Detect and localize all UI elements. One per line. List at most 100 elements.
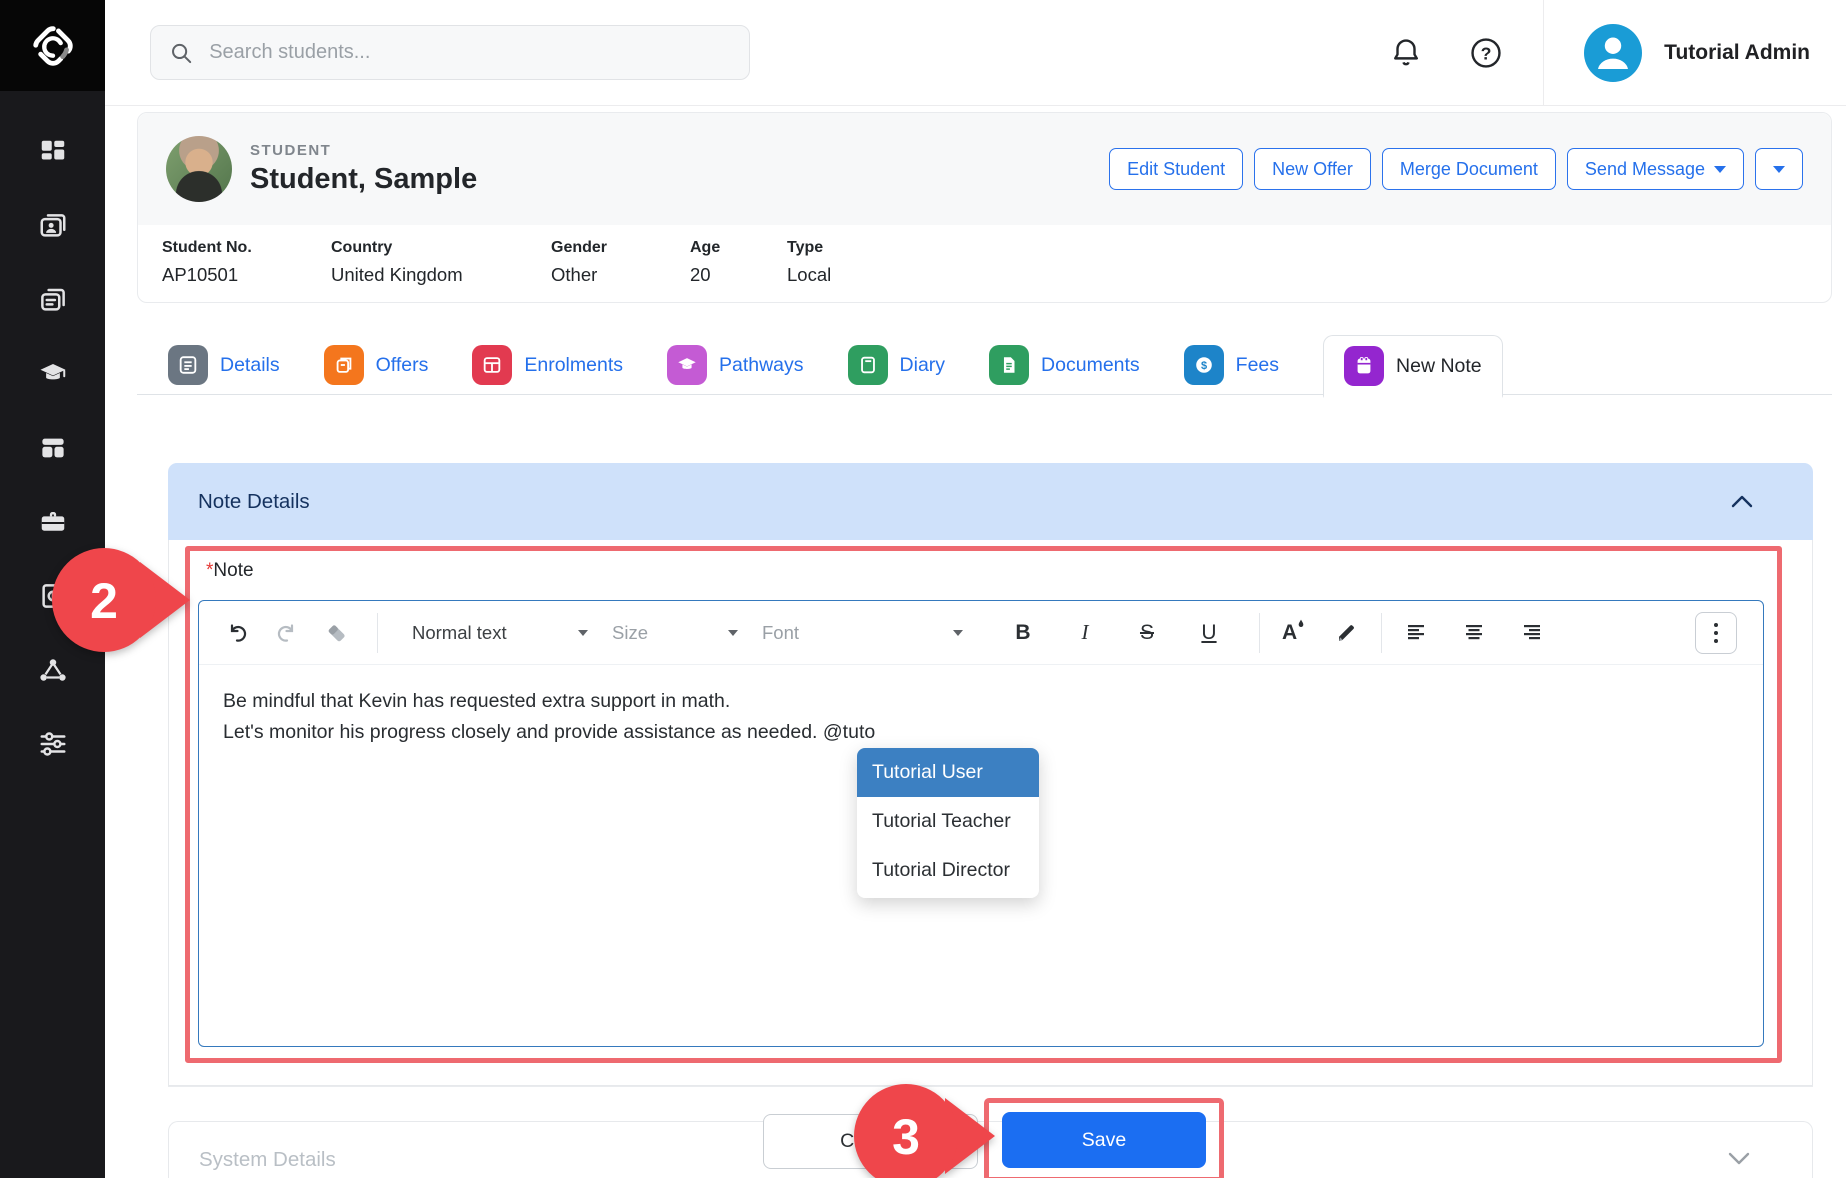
field-value: United Kingdom xyxy=(331,264,551,286)
logo-icon xyxy=(24,17,82,75)
more-tools-button[interactable] xyxy=(1695,612,1737,654)
pathways-tab-icon xyxy=(667,345,707,385)
field-value: AP10501 xyxy=(162,264,331,286)
note-details-title: Note Details xyxy=(198,490,310,514)
student-eyebrow: STUDENT xyxy=(250,142,477,159)
note-details-header[interactable]: Note Details xyxy=(168,463,1813,540)
eraser-icon[interactable] xyxy=(325,621,349,645)
redo-icon[interactable] xyxy=(275,621,299,645)
enrolments-icon[interactable] xyxy=(38,433,68,463)
courses-icon[interactable] xyxy=(38,359,68,389)
tab-bar: Details Offers Enrolments Pathways xyxy=(168,334,1503,396)
student-name: Student, Sample xyxy=(250,163,477,196)
fees-tab-icon: $ xyxy=(1184,345,1224,385)
app-logo xyxy=(0,0,105,91)
align-left-icon[interactable] xyxy=(1404,621,1428,645)
search-box[interactable] xyxy=(150,25,750,80)
tab-offers[interactable]: Offers xyxy=(324,345,429,385)
student-photo xyxy=(166,136,232,202)
settings-icon[interactable] xyxy=(38,729,68,759)
new-offer-button[interactable]: New Offer xyxy=(1254,148,1371,190)
tab-documents[interactable]: Documents xyxy=(989,345,1140,385)
field-label: Student No. xyxy=(162,239,331,257)
field-label: Gender xyxy=(551,239,690,257)
font-family-dropdown[interactable]: Font xyxy=(750,611,975,655)
search-input[interactable] xyxy=(207,40,731,65)
topbar-right: ? Tutorial Admin xyxy=(1389,0,1846,106)
underline-button[interactable]: U xyxy=(1197,621,1221,645)
agents-icon[interactable] xyxy=(38,655,68,685)
careers-icon[interactable] xyxy=(38,507,68,537)
field-label: Age xyxy=(690,239,787,257)
mention-option-tutorial-director[interactable]: Tutorial Director xyxy=(857,846,1039,895)
user-name[interactable]: Tutorial Admin xyxy=(1664,41,1810,65)
mention-option-tutorial-teacher[interactable]: Tutorial Teacher xyxy=(857,797,1039,846)
cancel-button[interactable]: Cancel xyxy=(763,1114,978,1169)
merge-document-button[interactable]: Merge Document xyxy=(1382,148,1556,190)
save-button[interactable]: Save xyxy=(1002,1112,1206,1168)
help-icon[interactable]: ? xyxy=(1469,36,1503,70)
field-value: 20 xyxy=(690,264,787,286)
align-center-icon[interactable] xyxy=(1462,621,1486,645)
tab-diary[interactable]: Diary xyxy=(848,345,946,385)
search-icon xyxy=(169,40,193,66)
field-value: Local xyxy=(787,264,927,286)
italic-button[interactable]: I xyxy=(1073,620,1097,645)
font-size-dropdown[interactable]: Size xyxy=(600,611,750,655)
student-info-row: Student No. AP10501 Country United Kingdom… xyxy=(138,225,1831,286)
topbar: ? Tutorial Admin xyxy=(105,0,1846,106)
toolbar-divider xyxy=(1259,613,1260,653)
chevron-down-icon[interactable] xyxy=(1728,1152,1750,1165)
dashboard-icon[interactable] xyxy=(38,137,68,167)
diary-tab-icon xyxy=(848,345,888,385)
align-right-icon[interactable] xyxy=(1520,621,1544,645)
chevron-down-icon xyxy=(1773,166,1785,173)
chevron-down-icon xyxy=(1714,166,1726,173)
panel-bottom-divider xyxy=(168,1086,1813,1087)
svg-text:$: $ xyxy=(1201,360,1207,372)
notifications-icon[interactable] xyxy=(1389,36,1423,70)
paragraph-style-dropdown[interactable]: Normal text xyxy=(400,611,600,655)
user-avatar[interactable] xyxy=(1584,24,1642,82)
edit-student-button[interactable]: Edit Student xyxy=(1109,148,1243,190)
offers-tab-icon xyxy=(324,345,364,385)
toolbar-divider xyxy=(377,613,378,653)
app-root: ? Tutorial Admin STUDENT Student, Sample… xyxy=(0,0,1846,1178)
sidebar-nav xyxy=(0,137,105,759)
mention-option-tutorial-user[interactable]: Tutorial User xyxy=(857,748,1039,797)
students-icon[interactable] xyxy=(38,211,68,241)
documents-tab-icon xyxy=(989,345,1029,385)
more-actions-button[interactable] xyxy=(1755,148,1803,190)
offers-icon[interactable] xyxy=(38,285,68,315)
tab-new-note[interactable]: New Note xyxy=(1323,335,1503,398)
topbar-divider xyxy=(1543,0,1544,106)
note-field-label: *Note xyxy=(206,560,254,582)
undo-icon[interactable] xyxy=(225,621,249,645)
chevron-up-icon[interactable] xyxy=(1731,495,1753,508)
tab-details[interactable]: Details xyxy=(168,345,280,385)
student-header: STUDENT Student, Sample Edit Student New… xyxy=(138,113,1831,225)
svg-text:?: ? xyxy=(1481,43,1492,63)
note-text-line: Let's monitor his progress closely and p… xyxy=(223,717,1739,748)
toolbar-divider xyxy=(1381,613,1382,653)
mention-dropdown: Tutorial User Tutorial Teacher Tutorial … xyxy=(857,748,1039,898)
tab-pathways[interactable]: Pathways xyxy=(667,345,804,385)
sidebar xyxy=(0,0,105,1178)
field-label: Country xyxy=(331,239,551,257)
enrolments-tab-icon xyxy=(472,345,512,385)
highlighter-icon[interactable] xyxy=(1335,621,1359,645)
user-icon xyxy=(1584,24,1642,82)
tab-enrolments[interactable]: Enrolments xyxy=(472,345,623,385)
student-actions: Edit Student New Offer Merge Document Se… xyxy=(1109,148,1803,190)
send-message-button[interactable]: Send Message xyxy=(1567,148,1744,190)
new-note-tab-icon xyxy=(1344,346,1384,386)
font-color-icon[interactable]: A xyxy=(1282,621,1297,645)
invoices-icon[interactable] xyxy=(38,581,68,611)
strikethrough-button[interactable]: S xyxy=(1135,621,1159,645)
details-tab-icon xyxy=(168,345,208,385)
student-header-card: STUDENT Student, Sample Edit Student New… xyxy=(137,112,1832,303)
system-details-panel[interactable]: System Details xyxy=(168,1121,1813,1178)
note-text-line: Be mindful that Kevin has requested extr… xyxy=(223,686,1739,717)
bold-button[interactable]: B xyxy=(1011,621,1035,645)
tab-fees[interactable]: $ Fees xyxy=(1184,345,1279,385)
